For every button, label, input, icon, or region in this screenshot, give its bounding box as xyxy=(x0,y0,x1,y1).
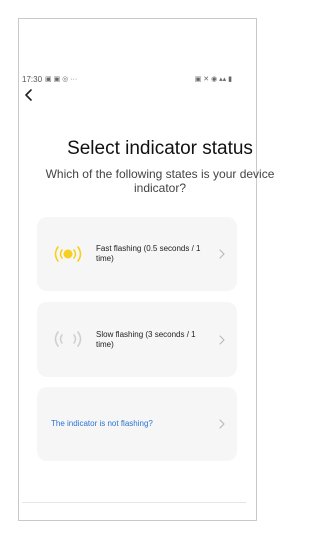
option-not-flashing[interactable]: The indicator is not flashing? xyxy=(37,387,237,461)
page-title: Select indicator status xyxy=(67,138,253,159)
chevron-right-icon xyxy=(219,419,225,429)
system-status-icons: ▣ ✕ ◉ ▴▴ ▮ xyxy=(194,76,232,83)
notification-icons: ▣ ▣ ◎ ··· xyxy=(45,76,78,83)
status-time: 17:30 xyxy=(22,74,43,84)
back-arrow-icon[interactable] xyxy=(22,88,36,102)
indicator-light-off-icon xyxy=(54,331,82,347)
not-flashing-link[interactable]: The indicator is not flashing? xyxy=(51,419,211,429)
chevron-right-icon xyxy=(219,249,225,259)
bottom-divider xyxy=(22,502,246,503)
option-fast-flashing[interactable]: Fast flashing (0.5 seconds / 1 time) xyxy=(37,217,237,291)
page-subtitle: Which of the following states is your de… xyxy=(45,167,275,195)
indicator-light-on-icon xyxy=(54,246,82,262)
option-slow-flashing[interactable]: Slow flashing (3 seconds / 1 time) xyxy=(37,302,237,377)
chevron-right-icon xyxy=(219,334,225,345)
status-bar: 17:30 ▣ ▣ ◎ ··· ▣ ✕ ◉ ▴▴ ▮ xyxy=(22,73,232,85)
option-label: Slow flashing (3 seconds / 1 time) xyxy=(96,329,196,349)
option-label: Fast flashing (0.5 seconds / 1 time) xyxy=(96,244,201,263)
status-bar-right: ▣ ✕ ◉ ▴▴ ▮ xyxy=(195,75,232,83)
status-bar-left: 17:30 ▣ ▣ ◎ ··· xyxy=(22,75,77,84)
